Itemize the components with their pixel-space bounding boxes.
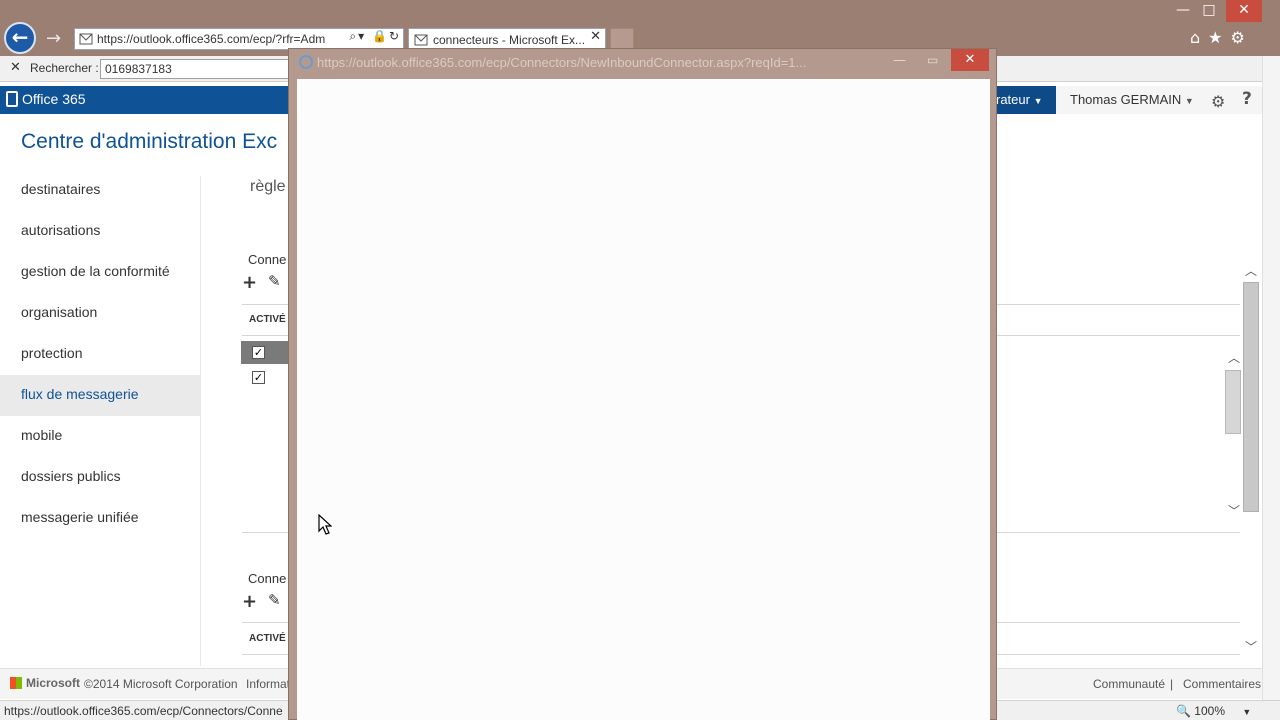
active-checkbox[interactable]: ✓ <box>252 371 265 384</box>
refresh-icon[interactable]: ↻ <box>389 29 401 43</box>
address-url: https://outlook.office365.com/ecp/?rfr=A… <box>97 32 326 46</box>
scroll-up-icon[interactable]: ︿ <box>1245 262 1257 279</box>
community-link[interactable]: Communauté <box>1093 677 1165 691</box>
user-name: Thomas GERMAIN <box>1070 92 1182 107</box>
nav-item-dossiers-publics[interactable]: dossiers publics <box>0 457 200 498</box>
browser-scrollbar[interactable] <box>1262 56 1280 700</box>
scroll-down-icon[interactable]: ﹀ <box>1228 502 1240 519</box>
connectors-heading-inbound: Conne <box>248 252 287 267</box>
status-url: https://outlook.office365.com/ecp/Connec… <box>4 704 283 718</box>
nav-item-mobile[interactable]: mobile <box>0 416 200 457</box>
popup-maximize-button[interactable]: ▭ <box>927 53 938 67</box>
gear-icon[interactable]: ⚙ <box>1231 28 1253 47</box>
window-maximize-button[interactable]: □ <box>1192 0 1226 22</box>
arrow-right-icon: → <box>46 28 62 49</box>
admin-dropdown-label: rateur <box>996 92 1030 107</box>
popup-close-button[interactable]: ✕ <box>951 49 989 71</box>
browser-right-icons: ⌂★⚙ <box>1190 28 1253 47</box>
footer-info-link[interactable]: Informat <box>246 677 288 691</box>
popup-content <box>297 79 990 720</box>
popup-window: https://outlook.office365.com/ecp/Connec… <box>288 48 997 720</box>
page-scrollbar-thumb[interactable] <box>1243 282 1259 512</box>
list-scrollbar-thumb[interactable] <box>1225 370 1241 434</box>
column-header-active[interactable]: ACTIVÉ <box>249 633 286 644</box>
address-bar[interactable]: https://outlook.office365.com/ecp/?rfr=A… <box>74 28 404 50</box>
mouse-pointer-icon <box>318 514 332 535</box>
table-row-selected[interactable] <box>241 341 289 364</box>
add-icon[interactable]: + <box>242 591 257 612</box>
caret-down-icon: ▼ <box>1184 96 1194 106</box>
home-icon[interactable]: ⌂ <box>1190 28 1208 47</box>
tab-title: connecteurs - Microsoft Ex... <box>433 33 586 47</box>
nav-item-destinataires[interactable]: destinataires <box>0 170 200 211</box>
scroll-down-icon[interactable]: ﹀ <box>1245 638 1257 655</box>
page-title: Centre d'administration Exc <box>21 130 278 153</box>
popup-url: https://outlook.office365.com/ecp/Connec… <box>317 55 807 70</box>
zoom-level: 100% <box>1194 704 1225 718</box>
scroll-up-icon[interactable]: ︿ <box>1228 349 1240 366</box>
column-header-active[interactable]: ACTIVÉ <box>249 314 286 325</box>
user-menu[interactable]: Thomas GERMAIN ▼ ⚙ ? <box>1056 86 1262 114</box>
nav-item-protection[interactable]: protection <box>0 334 200 375</box>
forward-button[interactable]: → <box>46 28 61 49</box>
ie-logo-icon <box>299 55 313 69</box>
magnifier-icon: 🔍 <box>1176 704 1191 718</box>
nav-item-autorisations[interactable]: autorisations <box>0 211 200 252</box>
office-logo-icon <box>6 91 18 107</box>
nav-item-conformite[interactable]: gestion de la conformité <box>0 252 200 293</box>
search-icon[interactable]: ⌕ <box>349 29 358 43</box>
nav-item-organisation[interactable]: organisation <box>0 293 200 334</box>
nav-divider <box>200 176 201 666</box>
caret-down-icon: ▼ <box>1033 96 1043 106</box>
find-label: Rechercher : <box>30 61 99 75</box>
back-button[interactable]: ← <box>4 22 36 54</box>
nav-item-messagerie-unifiee[interactable]: messagerie unifiée <box>0 498 200 539</box>
star-icon[interactable]: ★ <box>1208 28 1230 47</box>
new-tab-button[interactable] <box>610 28 634 50</box>
lock-icon[interactable]: 🔒 <box>372 29 389 43</box>
popup-title: https://outlook.office365.com/ecp/Connec… <box>299 55 889 70</box>
window-close-button[interactable]: ✕ <box>1226 0 1262 22</box>
footer-separator: | <box>1170 677 1174 691</box>
settings-gear-icon[interactable]: ⚙ <box>1211 92 1225 111</box>
find-close-icon[interactable]: ✕ <box>10 60 21 75</box>
office365-brand: Office 365 <box>22 91 86 107</box>
nav-item-flux-de-messagerie[interactable]: flux de messagerie <box>0 375 200 416</box>
exchange-favicon-icon <box>79 33 93 45</box>
comments-link[interactable]: Commentaires <box>1183 677 1261 691</box>
section-title: règle <box>250 178 286 195</box>
help-icon[interactable]: ? <box>1242 89 1252 109</box>
microsoft-logo-icon <box>10 677 22 689</box>
caret-down-icon: ▼ <box>1242 707 1252 717</box>
microsoft-logo[interactable]: Microsoft <box>10 676 80 690</box>
admin-dropdown[interactable]: rateur ▼ <box>996 86 1056 114</box>
add-icon[interactable]: + <box>242 272 257 293</box>
arrow-left-icon: ← <box>11 25 29 49</box>
active-checkbox[interactable]: ✓ <box>252 346 265 359</box>
find-input[interactable]: 0169837183 <box>100 59 290 79</box>
chevron-down-icon[interactable]: ▾ <box>358 29 366 43</box>
edit-pencil-icon[interactable]: ✎ <box>268 272 281 290</box>
popup-minimize-button[interactable]: — <box>893 53 906 68</box>
address-bar-icons[interactable]: ⌕▾ 🔒↻ <box>349 29 401 44</box>
zoom-control[interactable]: 🔍 100% ▼ <box>1176 704 1251 718</box>
office365-logo[interactable]: Office 365 <box>6 91 86 107</box>
edit-pencil-icon[interactable]: ✎ <box>268 591 281 609</box>
copyright: ©2014 Microsoft Corporation <box>84 677 238 691</box>
tab-close-icon[interactable]: ✕ <box>590 29 601 44</box>
exchange-favicon-icon <box>414 34 428 46</box>
microsoft-brand: Microsoft <box>26 676 80 690</box>
left-nav: destinataires autorisations gestion de l… <box>0 170 200 539</box>
connectors-heading-outbound: Conne <box>248 571 287 586</box>
